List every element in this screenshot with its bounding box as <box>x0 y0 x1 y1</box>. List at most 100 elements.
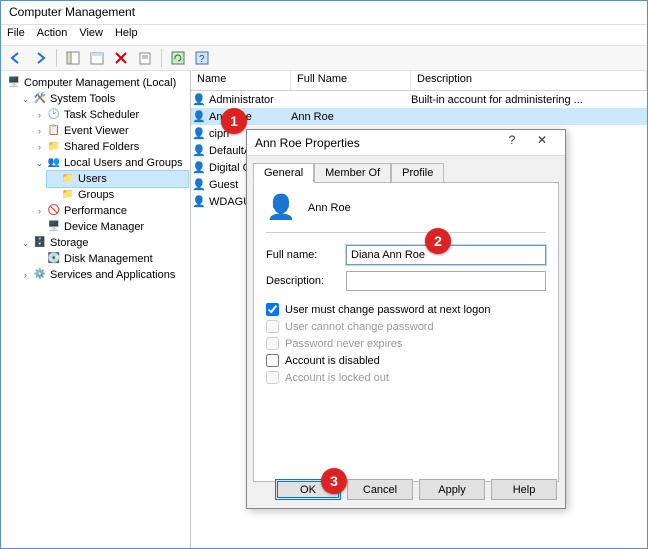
properties-icon[interactable] <box>86 47 108 69</box>
window-title: Computer Management <box>1 1 647 25</box>
menu-help[interactable]: Help <box>115 27 138 43</box>
help-button[interactable]: Help <box>491 479 557 500</box>
performance-icon: 🚫 <box>47 204 61 218</box>
list-headers: Name Full Name Description <box>191 71 647 91</box>
menu-action[interactable]: Action <box>37 27 68 43</box>
close-icon[interactable]: ✕ <box>527 133 557 153</box>
tree-users[interactable]: 📁Users <box>47 171 188 187</box>
tree-event-viewer[interactable]: ›📋Event Viewer <box>33 123 188 139</box>
tree-task-scheduler[interactable]: ›🕑Task Scheduler <box>33 107 188 123</box>
expand-icon[interactable]: › <box>35 107 44 123</box>
table-row[interactable]: 👤Ann RoeAnn Roe <box>191 108 647 125</box>
cancel-button[interactable]: Cancel <box>347 479 413 500</box>
user-icon: 👤 <box>191 127 207 140</box>
expand-icon[interactable]: › <box>21 267 30 283</box>
tree-label: Storage <box>50 235 89 251</box>
tree-system-tools[interactable]: ⌄🛠️System Tools <box>19 91 188 107</box>
refresh-icon[interactable] <box>167 47 189 69</box>
tab-panel-general: 👤 Ann Roe Full name: Description: User m… <box>253 182 559 482</box>
callout-2: 2 <box>425 228 451 254</box>
delete-icon[interactable] <box>110 47 132 69</box>
tree-storage[interactable]: ⌄🗄️Storage <box>19 235 188 251</box>
tree-label: Local Users and Groups <box>64 155 183 171</box>
collapse-icon[interactable]: ⌄ <box>35 155 44 171</box>
computer-icon: 🖥️ <box>7 76 21 90</box>
tree-groups[interactable]: 📁Groups <box>47 187 188 203</box>
folder-icon: 📁 <box>47 140 61 154</box>
tree-shared-folders[interactable]: ›📁Shared Folders <box>33 139 188 155</box>
menu-view[interactable]: View <box>79 27 103 43</box>
user-icon: 👤 <box>191 178 207 191</box>
locked-checkbox <box>266 371 279 384</box>
check-label: Account is locked out <box>285 372 389 384</box>
expand-icon[interactable]: › <box>35 123 44 139</box>
check-label: Account is disabled <box>285 355 380 367</box>
folder-icon: 📁 <box>61 188 75 202</box>
expand-icon[interactable]: › <box>35 203 44 219</box>
tree-root[interactable]: 🖥️ Computer Management (Local) <box>5 75 188 91</box>
toolbar-separator <box>161 49 162 67</box>
col-name[interactable]: Name <box>191 71 291 90</box>
tree-label: Performance <box>64 203 127 219</box>
check-never-expires: Password never expires <box>266 337 546 350</box>
tree-device-manager[interactable]: 🖥️Device Manager <box>33 219 188 235</box>
device-icon: 🖥️ <box>47 220 61 234</box>
help-button-icon[interactable]: ? <box>497 133 527 153</box>
clock-icon: 🕑 <box>47 108 61 122</box>
check-locked: Account is locked out <box>266 371 546 384</box>
tree-label: Disk Management <box>64 251 153 267</box>
back-icon[interactable] <box>5 47 27 69</box>
tree-performance[interactable]: ›🚫Performance <box>33 203 188 219</box>
user-icon: 👤 <box>191 110 207 123</box>
user-header-name: Ann Roe <box>308 202 351 214</box>
tree-label: Groups <box>78 187 114 203</box>
dialog-tabs: General Member Of Profile <box>247 156 565 182</box>
tree-label: Task Scheduler <box>64 107 139 123</box>
table-row[interactable]: 👤AdministratorBuilt-in account for admin… <box>191 91 647 108</box>
col-description[interactable]: Description <box>411 71 647 90</box>
account-disabled-checkbox[interactable] <box>266 354 279 367</box>
must-change-checkbox[interactable] <box>266 303 279 316</box>
services-icon: ⚙️ <box>33 268 47 282</box>
tree-services-apps[interactable]: ›⚙️Services and Applications <box>19 267 188 283</box>
users-icon: 👥 <box>47 156 61 170</box>
tree-local-users-groups[interactable]: ⌄👥Local Users and Groups <box>33 155 188 171</box>
check-label: User cannot change password <box>285 321 434 333</box>
cannot-change-checkbox <box>266 320 279 333</box>
nav-tree[interactable]: 🖥️ Computer Management (Local) ⌄🛠️System… <box>1 71 191 548</box>
apply-button[interactable]: Apply <box>419 479 485 500</box>
tree-disk-management[interactable]: 💽Disk Management <box>33 251 188 267</box>
help-icon[interactable]: ? <box>191 47 213 69</box>
menu-file[interactable]: File <box>7 27 25 43</box>
callout-3: 3 <box>321 468 347 494</box>
menubar: File Action View Help <box>1 25 647 45</box>
expand-icon[interactable]: › <box>35 139 44 155</box>
description-label: Description: <box>266 275 346 287</box>
check-label: User must change password at next logon <box>285 304 490 316</box>
user-icon: 👤 <box>266 193 296 222</box>
tree-label: Users <box>78 171 107 187</box>
cell-name: Administrator <box>209 94 274 106</box>
folder-icon: 📁 <box>61 172 75 186</box>
tab-member-of[interactable]: Member Of <box>314 163 391 183</box>
cell-fullname: Ann Roe <box>291 111 411 123</box>
forward-icon[interactable] <box>29 47 51 69</box>
cell-description: Built-in account for administering ... <box>411 94 647 106</box>
export-icon[interactable] <box>134 47 156 69</box>
toolbar: ? <box>1 45 647 71</box>
col-fullname[interactable]: Full Name <box>291 71 411 90</box>
description-input[interactable] <box>346 271 546 291</box>
collapse-icon[interactable]: ⌄ <box>21 91 30 107</box>
check-disabled[interactable]: Account is disabled <box>266 354 546 367</box>
tree-label: Event Viewer <box>64 123 129 139</box>
check-must-change[interactable]: User must change password at next logon <box>266 303 546 316</box>
tools-icon: 🛠️ <box>33 92 47 106</box>
check-cannot-change: User cannot change password <box>266 320 546 333</box>
callout-1: 1 <box>221 108 247 134</box>
dialog-title: Ann Roe Properties <box>255 136 360 150</box>
computer-management-window: Computer Management File Action View Hel… <box>0 0 648 549</box>
tab-general[interactable]: General <box>253 163 314 183</box>
show-hide-tree-icon[interactable] <box>62 47 84 69</box>
collapse-icon[interactable]: ⌄ <box>21 235 30 251</box>
tab-profile[interactable]: Profile <box>391 163 444 183</box>
